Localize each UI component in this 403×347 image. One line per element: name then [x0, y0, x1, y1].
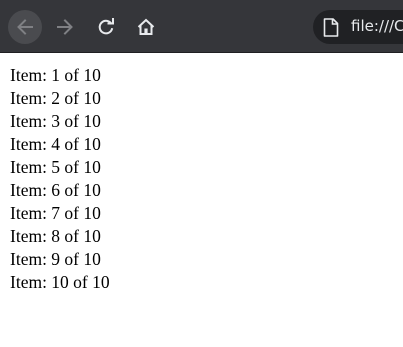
list-item: Item: 8 of 10 — [10, 226, 101, 246]
arrow-right-icon — [55, 17, 75, 37]
arrow-left-icon — [15, 17, 35, 37]
reload-icon — [96, 17, 116, 37]
list-item: Item: 10 of 10 — [10, 272, 110, 292]
list-item: Item: 6 of 10 — [10, 180, 101, 200]
list-item: Item: 5 of 10 — [10, 157, 101, 177]
home-icon — [136, 17, 156, 37]
back-button[interactable] — [8, 10, 42, 44]
list-item: Item: 9 of 10 — [10, 249, 101, 269]
home-button[interactable] — [129, 10, 163, 44]
browser-toolbar: file:///C — [0, 0, 403, 53]
forward-button[interactable] — [48, 10, 82, 44]
reload-button[interactable] — [89, 10, 123, 44]
list-item: Item: 3 of 10 — [10, 111, 101, 131]
address-bar-url: file:///C — [351, 17, 403, 35]
page-content: Item: 1 of 10 Item: 2 of 10 Item: 3 of 1… — [10, 64, 110, 294]
list-item: Item: 7 of 10 — [10, 203, 101, 223]
file-icon — [323, 18, 339, 42]
list-item: Item: 1 of 10 — [10, 65, 101, 85]
address-bar[interactable]: file:///C — [313, 10, 403, 44]
list-item: Item: 2 of 10 — [10, 88, 101, 108]
list-item: Item: 4 of 10 — [10, 134, 101, 154]
